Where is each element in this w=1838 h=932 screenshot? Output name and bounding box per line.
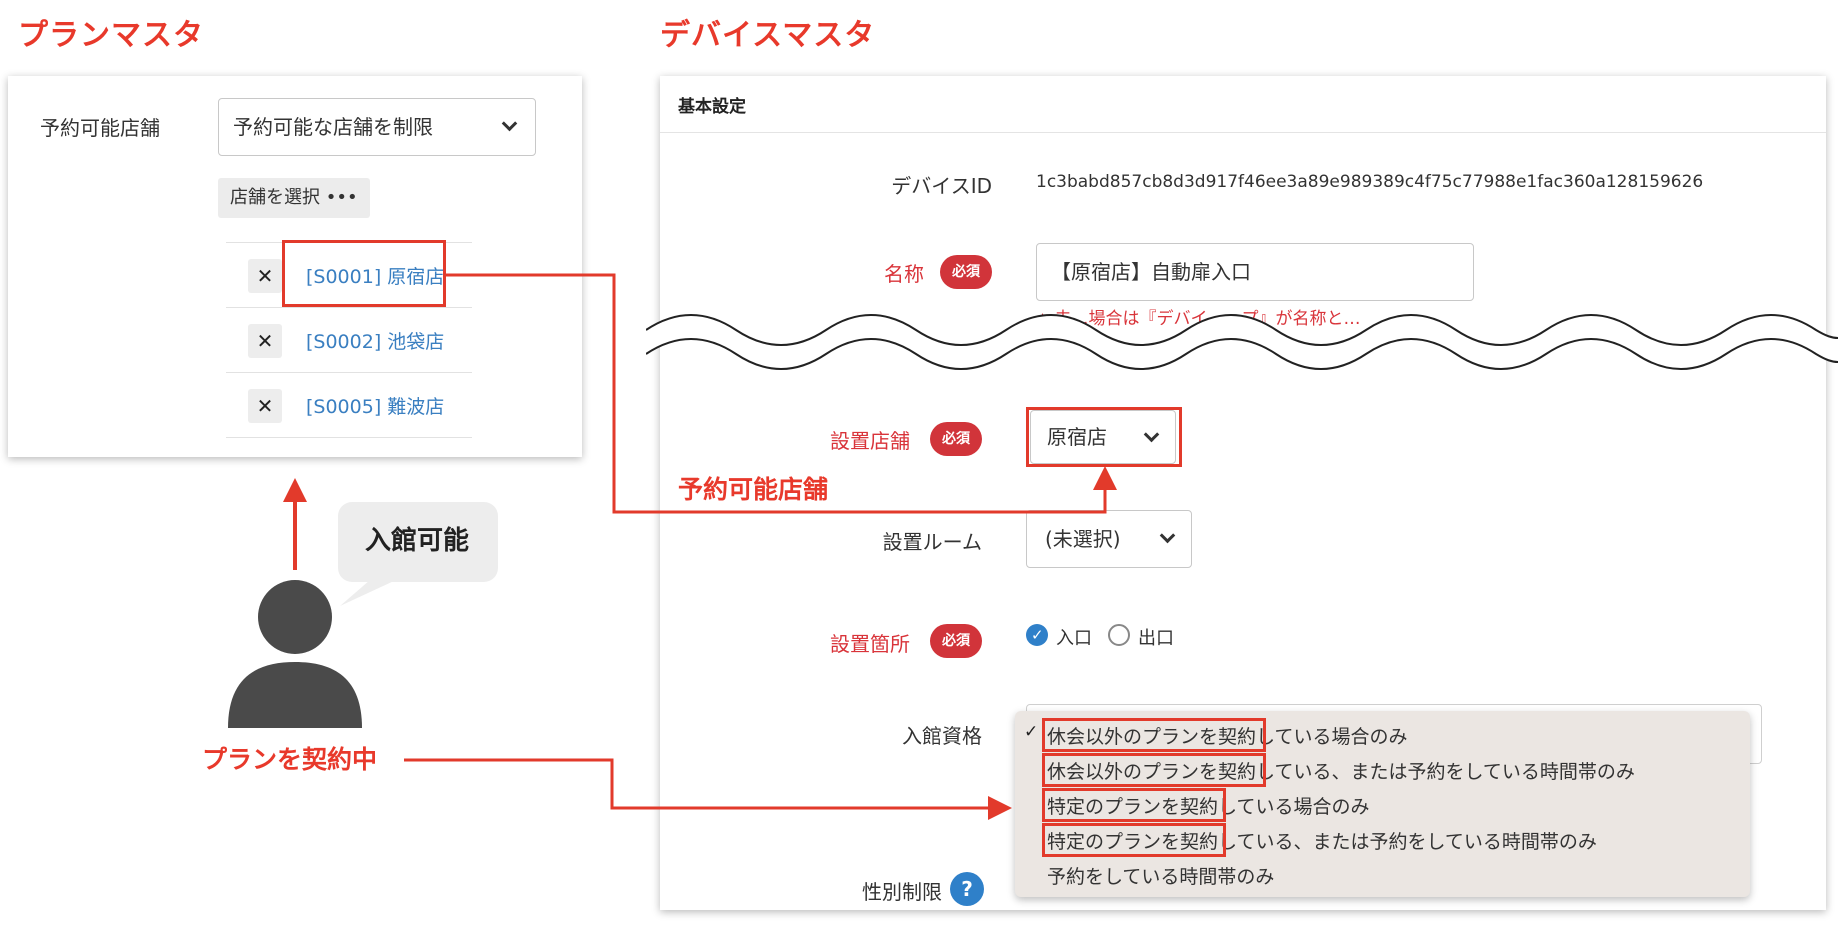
connector-arrows <box>283 273 1117 820</box>
reservable-store-annotation: 予約可能店舗 <box>678 475 829 504</box>
